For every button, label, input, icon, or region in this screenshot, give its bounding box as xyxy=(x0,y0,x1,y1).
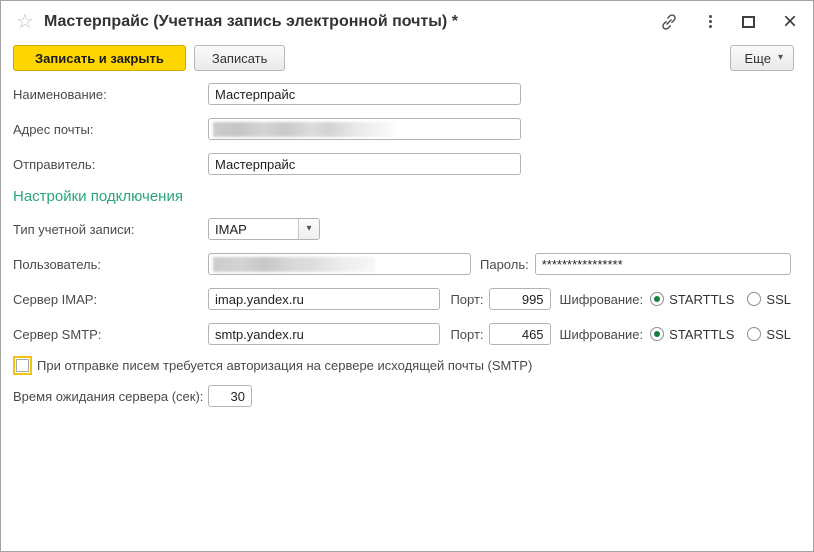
imap-server-input[interactable] xyxy=(208,288,441,310)
window-title: Мастерпрайс (Учетная запись электронной … xyxy=(43,12,458,30)
redacted-email-value xyxy=(213,121,395,137)
link-icon[interactable] xyxy=(659,12,679,32)
smtp-ssl-label[interactable]: SSL xyxy=(766,327,791,342)
password-input[interactable] xyxy=(534,253,791,275)
user-label: Пользователь: xyxy=(13,256,101,272)
account-type-row: Тип учетной записи: IMAP ▾ xyxy=(13,218,791,240)
smtp-auth-label[interactable]: При отправке писем требуется авторизация… xyxy=(37,358,532,373)
sender-input[interactable] xyxy=(208,153,521,175)
smtp-server-input[interactable] xyxy=(208,323,441,345)
smtp-ssl-radio[interactable] xyxy=(747,327,762,341)
imap-encryption-label: Шифрование: xyxy=(559,291,644,307)
connection-settings-header: Настройки подключения xyxy=(13,188,183,205)
imap-port-label: Порт: xyxy=(450,291,484,307)
account-form: Наименование: Адрес почты: Отправитель: … xyxy=(1,73,813,407)
redacted-user-value xyxy=(213,256,375,272)
account-type-dropdown-button[interactable]: ▾ xyxy=(298,219,319,239)
sender-row: Отправитель: xyxy=(13,153,791,175)
smtp-auth-checkbox[interactable] xyxy=(13,356,32,375)
smtp-encryption-label: Шифрование: xyxy=(559,326,644,342)
smtp-server-label: Сервер SMTP: xyxy=(13,326,102,342)
titlebar: ☆ Мастерпрайс (Учетная запись электронно… xyxy=(1,1,813,42)
user-input[interactable] xyxy=(208,253,471,275)
email-account-window: ☆ Мастерпрайс (Учетная запись электронно… xyxy=(0,0,814,552)
window-controls: × xyxy=(659,9,797,34)
imap-starttls-radio[interactable] xyxy=(650,292,665,306)
account-type-select[interactable]: IMAP ▾ xyxy=(208,218,320,240)
smtp-starttls-label[interactable]: STARTTLS xyxy=(669,327,734,342)
name-input[interactable] xyxy=(208,83,521,105)
imap-server-row: Сервер IMAP: Порт: Шифрование: STARTTLS … xyxy=(13,288,791,310)
sender-label: Отправитель: xyxy=(13,156,96,172)
password-label: Пароль: xyxy=(480,256,529,272)
maximize-icon[interactable] xyxy=(741,15,755,28)
smtp-port-input[interactable] xyxy=(488,323,551,345)
favorite-star-icon[interactable]: ☆ xyxy=(16,12,34,32)
email-label: Адрес почты: xyxy=(13,121,94,137)
imap-ssl-radio[interactable] xyxy=(747,292,762,306)
more-actions-button[interactable]: Еще ▾ xyxy=(729,45,794,71)
more-actions-label: Еще xyxy=(744,50,771,66)
account-type-label: Тип учетной записи: xyxy=(13,221,135,237)
chevron-down-icon: ▾ xyxy=(777,52,783,63)
timeout-input[interactable] xyxy=(208,385,252,407)
chevron-down-icon: ▾ xyxy=(306,223,312,234)
email-row: Адрес почты: xyxy=(13,118,791,140)
smtp-server-row: Сервер SMTP: Порт: Шифрование: STARTTLS … xyxy=(13,323,791,345)
account-type-value: IMAP xyxy=(215,221,247,237)
name-row: Наименование: xyxy=(13,83,791,105)
imap-ssl-label[interactable]: SSL xyxy=(766,292,791,307)
imap-server-label: Сервер IMAP: xyxy=(13,291,98,307)
save-and-close-button[interactable]: Записать и закрыть xyxy=(13,45,186,71)
save-button[interactable]: Записать xyxy=(193,45,286,71)
imap-starttls-label[interactable]: STARTTLS xyxy=(669,292,734,307)
timeout-label: Время ожидания сервера (сек): xyxy=(13,388,204,404)
smtp-port-label: Порт: xyxy=(450,326,484,342)
close-icon[interactable]: × xyxy=(783,9,797,33)
command-bar: Записать и закрыть Записать Еще ▾ xyxy=(1,42,813,73)
smtp-auth-row: При отправке писем требуется авторизация… xyxy=(13,356,791,375)
smtp-starttls-radio[interactable] xyxy=(650,327,665,341)
timeout-row: Время ожидания сервера (сек): xyxy=(13,385,791,407)
email-input[interactable] xyxy=(208,118,521,140)
credentials-row: Пользователь: Пароль: xyxy=(13,253,791,275)
imap-port-input[interactable] xyxy=(488,288,551,310)
more-menu-icon[interactable] xyxy=(707,13,714,30)
name-label: Наименование: xyxy=(13,86,107,102)
